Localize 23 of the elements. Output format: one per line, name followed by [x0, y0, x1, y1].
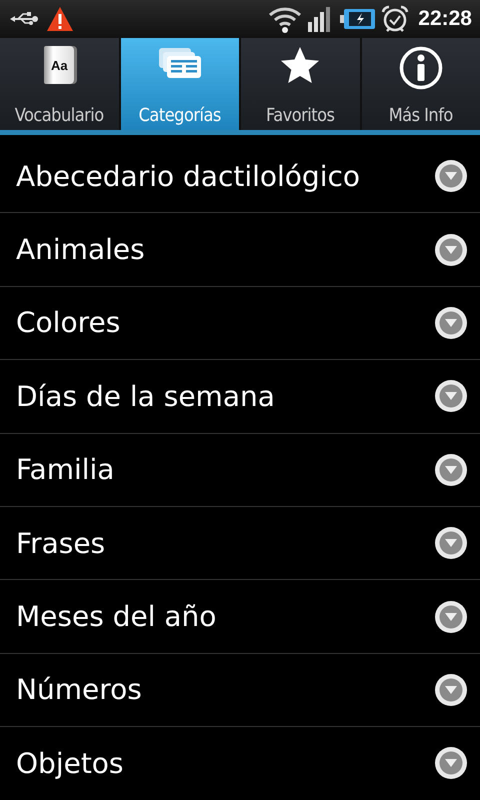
category-item[interactable]: Frases: [0, 506, 480, 580]
wifi-icon: [268, 5, 302, 33]
cards-icon: [156, 46, 203, 80]
category-item[interactable]: Animales: [0, 213, 480, 287]
tab[interactable]: Más Info: [362, 38, 480, 130]
info-icon: [398, 46, 443, 90]
category-item[interactable]: Familia: [0, 434, 480, 507]
category-item[interactable]: Colores: [0, 286, 480, 360]
usb-icon: [10, 11, 40, 27]
category-item[interactable]: Meses del año: [0, 580, 480, 654]
category-item[interactable]: Abecedario dactilológico: [0, 140, 480, 214]
tab[interactable]: Categorías: [120, 38, 239, 130]
warning-icon: [46, 6, 74, 32]
tab[interactable]: Favoritos: [241, 38, 360, 130]
category-item[interactable]: Objetos: [0, 727, 480, 800]
star-icon: [280, 46, 320, 84]
tab[interactable]: Aa Vocabulario: [0, 38, 118, 130]
category-item[interactable]: Días de la semana: [0, 360, 480, 434]
clock-time: 22:28: [418, 7, 472, 31]
category-item[interactable]: Números: [0, 654, 480, 728]
book-icon: Aa: [44, 46, 74, 84]
battery-icon: [340, 7, 376, 31]
alarm-clock-icon: [381, 5, 410, 33]
